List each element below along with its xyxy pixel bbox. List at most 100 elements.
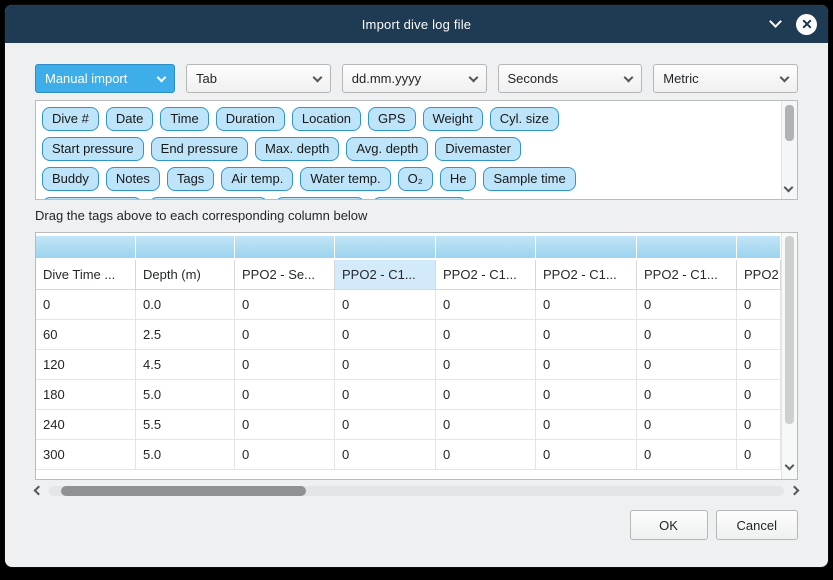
combo-value: dd.mm.yyyy bbox=[352, 71, 421, 86]
column-tag[interactable]: Tags bbox=[167, 167, 214, 191]
units-select[interactable]: Metric bbox=[653, 64, 798, 93]
tag-row: Start pressure End pressure Max. depth A… bbox=[42, 137, 775, 161]
titlebar[interactable]: Import dive log file bbox=[5, 5, 828, 43]
table-cell: 0 bbox=[536, 380, 637, 410]
scroll-down-icon[interactable] bbox=[784, 183, 794, 193]
column-tag[interactable]: Sample CNS bbox=[372, 197, 467, 199]
column-tag[interactable]: Start pressure bbox=[42, 137, 144, 161]
duration-format-select[interactable]: Seconds bbox=[498, 64, 643, 93]
table-cell: 0 bbox=[335, 290, 436, 320]
h-scrollbar-thumb[interactable] bbox=[61, 486, 306, 496]
table-cell: 0 bbox=[235, 290, 335, 320]
close-button[interactable] bbox=[796, 14, 817, 35]
table-cell: 0 bbox=[335, 410, 436, 440]
chevron-down-icon bbox=[312, 72, 322, 82]
column-header[interactable]: PPO2 - C1... bbox=[335, 260, 436, 290]
column-header[interactable]: Dive Time ... bbox=[36, 260, 136, 290]
column-tag[interactable]: Time bbox=[160, 107, 208, 131]
table-horizontal-scrollbar[interactable] bbox=[35, 483, 798, 498]
column-tag[interactable]: Sample time bbox=[483, 167, 575, 191]
titlebar-menu-chevron-down-icon[interactable] bbox=[769, 15, 782, 28]
table-cell: 0 bbox=[235, 410, 335, 440]
table-cell: 0 bbox=[235, 320, 335, 350]
column-tag[interactable]: Buddy bbox=[42, 167, 99, 191]
tag-pool-scrollbar[interactable] bbox=[781, 101, 797, 199]
ok-button[interactable]: OK bbox=[630, 510, 708, 540]
table-cell: 240 bbox=[36, 410, 136, 440]
combo-value: Metric bbox=[663, 71, 698, 86]
column-header[interactable]: PPO2 bbox=[737, 260, 781, 290]
column-drop-target[interactable] bbox=[136, 236, 235, 258]
combo-value: Seconds bbox=[508, 71, 559, 86]
column-tag[interactable]: Divemaster bbox=[435, 137, 521, 161]
table-cell: 0 bbox=[737, 410, 781, 440]
table-cell: 0 bbox=[235, 350, 335, 380]
column-drop-target[interactable] bbox=[737, 236, 781, 258]
table-cell: 0 bbox=[737, 440, 781, 470]
table-cell: 2.5 bbox=[136, 320, 235, 350]
table-cell: 120 bbox=[36, 350, 136, 380]
column-header[interactable]: PPO2 - C1... bbox=[637, 260, 737, 290]
combo-value: Tab bbox=[196, 71, 217, 86]
table-cell: 0 bbox=[637, 380, 737, 410]
column-tag[interactable]: O₂ bbox=[398, 167, 433, 191]
table-cell: 5.0 bbox=[136, 380, 235, 410]
table-cell: 0 bbox=[536, 440, 637, 470]
column-tag[interactable]: Notes bbox=[106, 167, 160, 191]
drop-target-row bbox=[36, 233, 781, 258]
table-cell: 0 bbox=[637, 410, 737, 440]
column-tag[interactable]: He bbox=[440, 167, 477, 191]
table-cell: 4.5 bbox=[136, 350, 235, 380]
table-header-row: Dive Time ... Depth (m) PPO2 - Se... PPO… bbox=[36, 260, 781, 290]
table-cell: 0 bbox=[335, 320, 436, 350]
column-tag[interactable]: Dive # bbox=[42, 107, 99, 131]
table-cell: 0 bbox=[436, 410, 536, 440]
column-header[interactable]: PPO2 - C1... bbox=[436, 260, 536, 290]
import-type-select[interactable]: Manual import bbox=[35, 64, 175, 93]
scroll-right-icon[interactable] bbox=[790, 486, 800, 496]
tag-row: Dive # Date Time Duration Location GPS W… bbox=[42, 107, 775, 131]
table-cell: 0 bbox=[737, 320, 781, 350]
scroll-down-icon[interactable] bbox=[785, 461, 795, 471]
date-format-select[interactable]: dd.mm.yyyy bbox=[342, 64, 487, 93]
column-tag[interactable]: Date bbox=[106, 107, 153, 131]
column-drop-target[interactable] bbox=[235, 236, 335, 258]
table-cell: 0 bbox=[536, 320, 637, 350]
table-cell: 0 bbox=[335, 440, 436, 470]
column-header[interactable]: PPO2 - Se... bbox=[235, 260, 335, 290]
column-tag[interactable]: GPS bbox=[368, 107, 415, 131]
close-icon bbox=[796, 14, 817, 35]
table-vertical-scrollbar[interactable] bbox=[781, 233, 797, 479]
chevron-down-icon bbox=[624, 72, 634, 82]
column-drop-target[interactable] bbox=[536, 236, 637, 258]
column-tag[interactable]: Max. depth bbox=[255, 137, 339, 161]
column-tag[interactable]: Weight bbox=[423, 107, 483, 131]
column-tag[interactable]: End pressure bbox=[151, 137, 248, 161]
column-drop-target[interactable] bbox=[36, 236, 136, 258]
field-separator-select[interactable]: Tab bbox=[186, 64, 331, 93]
column-tag[interactable]: Water temp. bbox=[300, 167, 390, 191]
tag-pool-rows: Dive # Date Time Duration Location GPS W… bbox=[36, 101, 781, 199]
column-tag[interactable]: Air temp. bbox=[221, 167, 293, 191]
table-grid: Dive Time ... Depth (m) PPO2 - Se... PPO… bbox=[36, 233, 781, 479]
scrollbar-thumb[interactable] bbox=[785, 236, 794, 424]
column-tag[interactable]: Cyl. size bbox=[490, 107, 559, 131]
scroll-left-icon[interactable] bbox=[34, 486, 44, 496]
column-drop-target[interactable] bbox=[436, 236, 536, 258]
column-tag[interactable]: Sample pressure bbox=[149, 197, 267, 199]
column-tag[interactable]: Avg. depth bbox=[346, 137, 428, 161]
column-tag[interactable]: Duration bbox=[216, 107, 285, 131]
column-drop-target[interactable] bbox=[637, 236, 737, 258]
column-tag[interactable]: Location bbox=[292, 107, 361, 131]
h-scrollbar-track[interactable] bbox=[49, 486, 784, 496]
cancel-button[interactable]: Cancel bbox=[716, 510, 798, 540]
tag-row: Buddy Notes Tags Air temp. Water temp. O… bbox=[42, 167, 775, 191]
tag-pool: Dive # Date Time Duration Location GPS W… bbox=[35, 100, 798, 200]
column-tag[interactable]: Sample pO₂ bbox=[275, 197, 365, 199]
column-header[interactable]: Depth (m) bbox=[136, 260, 235, 290]
column-drop-target[interactable] bbox=[335, 236, 436, 258]
scrollbar-thumb[interactable] bbox=[785, 105, 794, 141]
column-header[interactable]: PPO2 - C1... bbox=[536, 260, 637, 290]
column-tag[interactable]: Sample depth bbox=[42, 197, 142, 199]
table-cell: 60 bbox=[36, 320, 136, 350]
